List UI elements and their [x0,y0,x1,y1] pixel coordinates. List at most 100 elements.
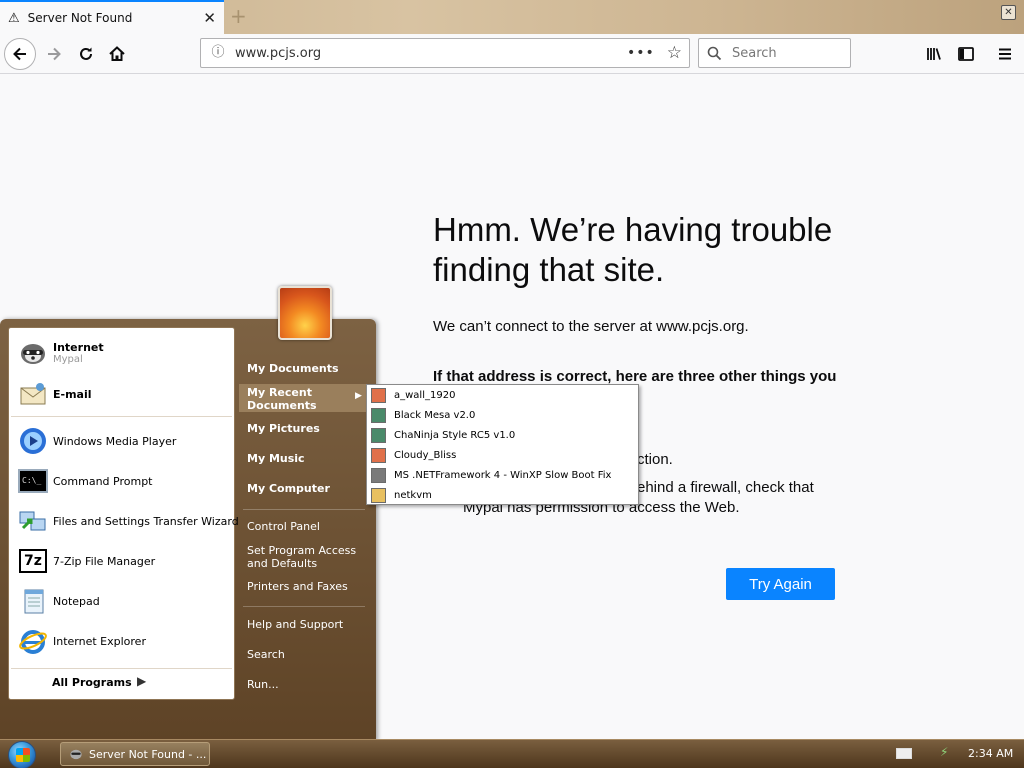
url-text[interactable]: www.pcjs.org [235,46,627,61]
submenu-arrow-icon: ▶ [355,391,362,401]
user-avatar[interactable] [278,286,332,340]
window-close-button[interactable]: ✕ [1001,5,1016,20]
tab-title: Server Not Found [27,11,133,25]
network-tray-icon[interactable]: ⚡ [940,745,954,761]
tab-close-icon[interactable]: ✕ [203,9,216,27]
recent-doc-label: MS .NETFramework 4 - WinXP Slow Boot Fix [394,469,612,481]
7zip-icon: 7z [17,545,49,577]
internet-label: Internet [53,341,104,354]
set-program-access-line1: Set Program Access [247,544,357,557]
mypal-raccoon-icon [17,337,49,369]
tab-server-not-found[interactable]: ⚠ Server Not Found ✕ [0,0,224,34]
home-button[interactable] [101,38,133,70]
bookmark-star-icon[interactable]: ☆ [667,43,682,63]
back-button[interactable] [4,38,36,70]
pinned-divider [11,416,232,417]
forward-arrow-icon [48,47,61,61]
notepad-icon [17,585,49,617]
menu-button[interactable] [989,38,1021,70]
start-item-transfer-wizard[interactable]: Files and Settings Transfer Wizard [17,501,239,541]
start-my-recent-documents[interactable]: My Recent Documents [247,386,317,412]
start-item-internet[interactable]: Internet Mypal [17,333,104,373]
setup-file-icon [371,487,386,503]
start-item-internet-explorer[interactable]: Internet Explorer [17,621,146,661]
sidebar-button[interactable] [950,38,982,70]
suggestion-fragment: ction. [637,451,673,468]
command-prompt-icon-text: C:\_ [18,469,48,493]
sidebar-icon [958,47,974,61]
media-player-label: Windows Media Player [53,434,177,448]
start-run[interactable]: Run... [247,678,279,691]
start-button[interactable] [8,741,36,768]
recent-doc-item[interactable]: Black Mesa v2.0 [371,405,475,425]
command-prompt-icon: C:\_ [17,465,49,497]
start-my-computer[interactable]: My Computer [247,482,330,495]
start-my-documents[interactable]: My Documents [247,362,339,375]
command-prompt-label: Command Prompt [53,474,153,488]
reload-button[interactable] [70,38,102,70]
hamburger-menu-icon [999,48,1011,60]
library-button[interactable] [918,38,950,70]
start-control-panel[interactable]: Control Panel [247,520,320,533]
all-programs-arrow-icon: ▶ [137,674,147,688]
site-info-icon[interactable]: ⓘ [209,44,227,62]
navigation-toolbar: ⓘ www.pcjs.org ••• ☆ Search [0,34,1024,74]
recent-doc-item[interactable]: ChaNinja Style RC5 v1.0 [371,425,515,445]
tab-strip: ⚠ Server Not Found ✕ + ✕ [0,0,1024,34]
registry-file-icon [371,467,386,483]
url-bar[interactable]: ⓘ www.pcjs.org ••• ☆ [200,38,690,68]
recent-doc-item[interactable]: a_wall_1920 [371,385,455,405]
image-file-icon [371,447,386,463]
internet-explorer-icon [17,625,49,657]
transfer-wizard-icon [17,505,49,537]
start-help-and-support[interactable]: Help and Support [247,618,343,631]
my-recent-documents-line1: My Recent [247,386,312,399]
right-pane-divider-2 [243,606,365,607]
email-label: E-mail [53,387,92,401]
start-item-email[interactable]: E-mail [17,374,92,414]
recent-doc-label: Cloudy_Bliss [394,449,457,461]
my-recent-documents-line2: Documents [247,399,317,412]
taskbar-button-mypal[interactable]: Server Not Found - ... [60,742,210,766]
suggestions-heading: If that address is correct, here are thr… [433,368,837,385]
email-envelope-icon [17,378,49,410]
all-programs-divider [11,668,232,669]
search-icon [707,46,722,60]
media-player-icon [17,425,49,457]
theme-file-icon [371,407,386,423]
mypal-raccoon-icon [70,749,82,760]
back-arrow-icon [13,47,26,61]
start-item-command-prompt[interactable]: C:\_ Command Prompt [17,461,153,501]
error-title-line1: Hmm. We’re having trouble [433,211,833,248]
search-bar[interactable]: Search [698,38,851,68]
theme-file-icon [371,427,386,443]
right-pane-divider-1 [243,509,365,510]
try-again-button[interactable]: Try Again [726,568,835,600]
search-placeholder[interactable]: Search [732,46,777,61]
start-item-notepad[interactable]: Notepad [17,581,100,621]
7zip-icon-text: 7z [19,549,47,573]
keyboard-tray-icon[interactable] [896,748,912,759]
start-my-music[interactable]: My Music [247,452,305,465]
recent-doc-item[interactable]: Cloudy_Bliss [371,445,456,465]
start-set-program-access[interactable]: Set Program Access and Defaults [247,544,356,570]
all-programs-button[interactable]: All Programs [52,676,132,689]
internet-explorer-label: Internet Explorer [53,634,146,648]
error-title: Hmm. We’re having trouble finding that s… [433,210,863,290]
forward-button[interactable] [38,38,70,70]
start-item-7zip[interactable]: 7z 7-Zip File Manager [17,541,155,581]
recent-doc-item[interactable]: MS .NETFramework 4 - WinXP Slow Boot Fix [371,465,611,485]
error-title-line2: finding that site. [433,251,665,288]
start-item-windows-media-player[interactable]: Windows Media Player [17,421,176,461]
start-menu-left-pane: Internet Mypal E-mail Windows Media Play… [8,327,239,700]
start-search[interactable]: Search [247,648,285,661]
start-my-pictures[interactable]: My Pictures [247,422,320,435]
error-message: We can’t connect to the server at www.pc… [433,318,749,335]
set-program-access-line2: and Defaults [247,557,318,570]
taskbar-clock[interactable]: 2:34 AM [968,747,1013,760]
start-printers-and-faxes[interactable]: Printers and Faxes [247,580,348,593]
library-icon [927,48,941,60]
recent-doc-item[interactable]: netkvm [371,485,432,505]
new-tab-button[interactable]: + [230,4,247,28]
page-actions-menu-icon[interactable]: ••• [627,45,655,61]
